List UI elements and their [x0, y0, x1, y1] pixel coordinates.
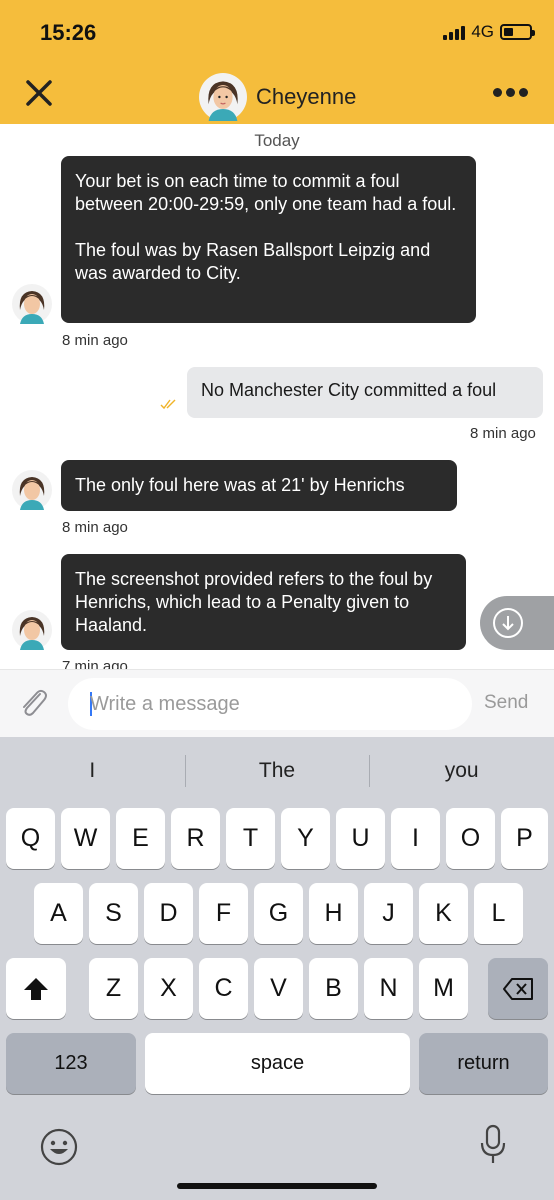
message-time: 8 min ago	[470, 425, 536, 442]
backspace-key[interactable]	[488, 958, 548, 1019]
more-options-button[interactable]	[493, 88, 528, 97]
key-b[interactable]: B	[309, 958, 358, 1019]
suggestion-bar: I The you	[0, 749, 554, 793]
key-i[interactable]: I	[391, 808, 440, 869]
emoji-button[interactable]	[40, 1128, 78, 1171]
chat-header: 15:26 4G Cheyenne	[0, 0, 554, 124]
key-q[interactable]: Q	[6, 808, 55, 869]
message-time: 7 min ago	[62, 658, 128, 669]
contact-name[interactable]: Cheyenne	[256, 84, 356, 110]
backspace-icon	[503, 977, 533, 1000]
dictation-button[interactable]	[478, 1124, 508, 1171]
outgoing-message[interactable]: No Manchester City committed a foul	[187, 367, 543, 418]
message-time: 8 min ago	[62, 332, 128, 349]
battery-icon	[500, 24, 535, 40]
emoji-icon	[40, 1128, 78, 1166]
close-button[interactable]	[24, 78, 54, 108]
arrow-down-icon	[493, 608, 523, 638]
scroll-to-bottom-button[interactable]	[480, 596, 554, 650]
key-n[interactable]: N	[364, 958, 413, 1019]
key-f[interactable]: F	[199, 883, 248, 944]
microphone-icon	[480, 1124, 506, 1163]
contact-avatar-small	[12, 610, 52, 650]
suggestion-item[interactable]: you	[369, 749, 554, 793]
key-e[interactable]: E	[116, 808, 165, 869]
message-composer: Send	[0, 669, 554, 737]
key-k[interactable]: K	[419, 883, 468, 944]
home-indicator[interactable]	[177, 1183, 377, 1189]
message-text: Your bet is on each time to commit a fou…	[75, 171, 457, 283]
incoming-message[interactable]: The screenshot provided refers to the fo…	[61, 554, 466, 650]
key-u[interactable]: U	[336, 808, 385, 869]
key-g[interactable]: G	[254, 883, 303, 944]
message-input-field[interactable]	[68, 678, 472, 730]
chat-thread[interactable]: Today Your bet is on each time to commit…	[0, 124, 554, 669]
key-p[interactable]: P	[501, 808, 548, 869]
key-x[interactable]: X	[144, 958, 193, 1019]
message-text: The only foul here was at 21' by Henrich…	[75, 475, 405, 495]
more-dot	[506, 88, 515, 97]
contact-avatar[interactable]	[199, 73, 247, 121]
status-indicators: 4G	[443, 22, 535, 42]
network-type: 4G	[471, 22, 494, 41]
key-s[interactable]: S	[89, 883, 138, 944]
key-a[interactable]: A	[34, 883, 83, 944]
signal-icon	[443, 24, 466, 40]
key-l[interactable]: L	[474, 883, 523, 944]
message-input[interactable]	[90, 678, 460, 730]
incoming-message[interactable]: The only foul here was at 21' by Henrich…	[61, 460, 457, 511]
message-text: The screenshot provided refers to the fo…	[75, 569, 433, 635]
key-t[interactable]: T	[226, 808, 275, 869]
key-m[interactable]: M	[419, 958, 468, 1019]
message-time: 8 min ago	[62, 519, 128, 536]
contact-avatar-small	[12, 470, 52, 510]
space-key[interactable]: space	[145, 1033, 410, 1094]
suggestion-item[interactable]: The	[184, 749, 370, 793]
shift-icon	[24, 977, 48, 1000]
message-text: No Manchester City committed a foul	[201, 380, 497, 400]
send-button[interactable]: Send	[484, 692, 528, 714]
key-v[interactable]: V	[254, 958, 303, 1019]
key-z[interactable]: Z	[89, 958, 138, 1019]
on-screen-keyboard: I The you Q W E R T Y U I O P A S D F G …	[0, 737, 554, 1200]
key-c[interactable]: C	[199, 958, 248, 1019]
key-y[interactable]: Y	[281, 808, 330, 869]
more-dot	[519, 88, 528, 97]
contact-avatar-small	[12, 284, 52, 324]
status-time: 15:26	[40, 20, 97, 45]
shift-key[interactable]	[6, 958, 66, 1019]
key-h[interactable]: H	[309, 883, 358, 944]
numbers-key[interactable]: 123	[6, 1033, 136, 1094]
key-j[interactable]: J	[364, 883, 413, 944]
close-icon	[26, 80, 52, 106]
key-w[interactable]: W	[61, 808, 110, 869]
date-separator: Today	[254, 131, 300, 150]
double-check-icon	[160, 397, 178, 414]
paperclip-icon	[23, 689, 47, 716]
key-r[interactable]: R	[171, 808, 220, 869]
key-o[interactable]: O	[446, 808, 495, 869]
more-dot	[493, 88, 502, 97]
suggestion-item[interactable]: I	[0, 749, 185, 793]
key-d[interactable]: D	[144, 883, 193, 944]
attach-button[interactable]	[16, 686, 52, 722]
return-key[interactable]: return	[419, 1033, 548, 1094]
incoming-message[interactable]: Your bet is on each time to commit a fou…	[61, 156, 476, 323]
